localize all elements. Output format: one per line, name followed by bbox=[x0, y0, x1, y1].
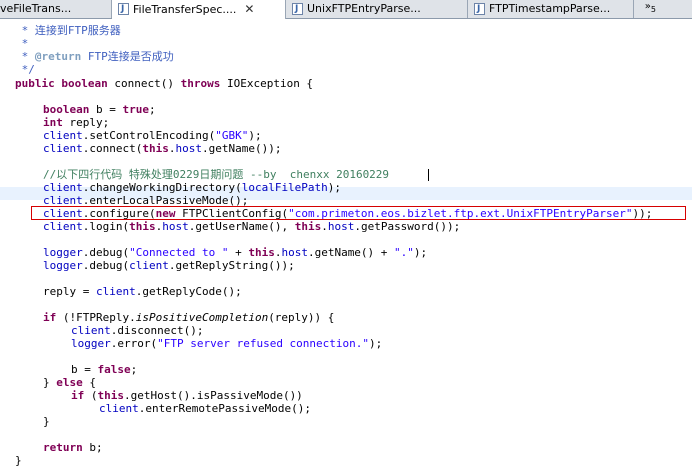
code-line-return: return b; bbox=[43, 441, 103, 454]
code-line-else: } else { bbox=[43, 376, 96, 389]
highlight-box bbox=[31, 206, 686, 220]
hidden-tab-count: 5 bbox=[650, 5, 656, 14]
code-line-reply-code: reply = client.getReplyCode(); bbox=[43, 285, 242, 298]
tab-vefiletrans[interactable]: veFileTrans... bbox=[0, 0, 112, 18]
code-line-if-passive: if (this.getHost().isPassiveMode()) bbox=[71, 389, 303, 402]
code-line-comment: //以下四行代码 特殊处理0229日期问题 --by chenxx 201602… bbox=[43, 168, 390, 181]
code-line-if-positive: if (!FTPReply.isPositiveCompletion(reply… bbox=[43, 311, 335, 324]
code-line-change-dir: client.changeWorkingDirectory(localFileP… bbox=[43, 181, 342, 194]
java-file-icon bbox=[292, 0, 303, 18]
tab-overflow-button[interactable]: »5 bbox=[645, 0, 656, 17]
code-line-login: client.login(this.host.getUserName(), th… bbox=[43, 220, 461, 233]
tab-label: UnixFTPEntryParse... bbox=[307, 2, 421, 15]
code-line-boolean-b: boolean b = true; bbox=[43, 103, 156, 116]
code-line-b-false: b = false; bbox=[71, 363, 138, 376]
code-line-debug-2: logger.debug(client.getReplyString()); bbox=[43, 259, 295, 272]
tab-filetransferspec[interactable]: FileTransferSpec.... ✕ bbox=[112, 0, 286, 19]
close-icon[interactable]: ✕ bbox=[244, 0, 254, 18]
code-line-disconnect: client.disconnect(); bbox=[71, 324, 204, 337]
code-line-1: * 连接到FTP服务器 bbox=[15, 24, 121, 37]
text-caret bbox=[428, 169, 429, 181]
tab-label: FTPTimestampParse... bbox=[489, 2, 611, 15]
code-line-close-brace: } bbox=[43, 415, 50, 428]
code-line-3: * @return FTP连接是否成功 bbox=[15, 50, 174, 63]
code-editor[interactable]: * 连接到FTP服务器 * * @return FTP连接是否成功 */ pub… bbox=[0, 19, 692, 468]
code-line-2: * bbox=[15, 37, 29, 50]
code-line-connect: client.connect(this.host.getName()); bbox=[43, 142, 282, 155]
code-line-set-encoding: client.setControlEncoding("GBK"); bbox=[43, 129, 262, 142]
code-line-signature: public boolean connect() throws IOExcept… bbox=[15, 77, 314, 90]
code-line-4: */ bbox=[15, 63, 35, 76]
java-file-icon bbox=[474, 0, 485, 18]
tab-ftptimestampparse[interactable]: FTPTimestampParse... bbox=[468, 0, 634, 18]
code-line-int-reply: int reply; bbox=[43, 116, 110, 129]
tab-label: veFileTrans... bbox=[0, 2, 72, 15]
code-line-debug-1: logger.debug("Connected to " + this.host… bbox=[43, 246, 428, 259]
code-line-method-close: } bbox=[15, 454, 22, 467]
code-line-remote-passive: client.enterRemotePassiveMode(); bbox=[99, 402, 311, 415]
code-line-error: logger.error("FTP server refused connect… bbox=[71, 337, 383, 350]
editor-tab-bar: veFileTrans... FileTransferSpec.... ✕ Uni… bbox=[0, 0, 692, 19]
java-file-icon bbox=[118, 0, 129, 18]
tab-label: FileTransferSpec.... bbox=[133, 3, 237, 16]
tab-unixftpentryparse[interactable]: UnixFTPEntryParse... bbox=[286, 0, 468, 18]
